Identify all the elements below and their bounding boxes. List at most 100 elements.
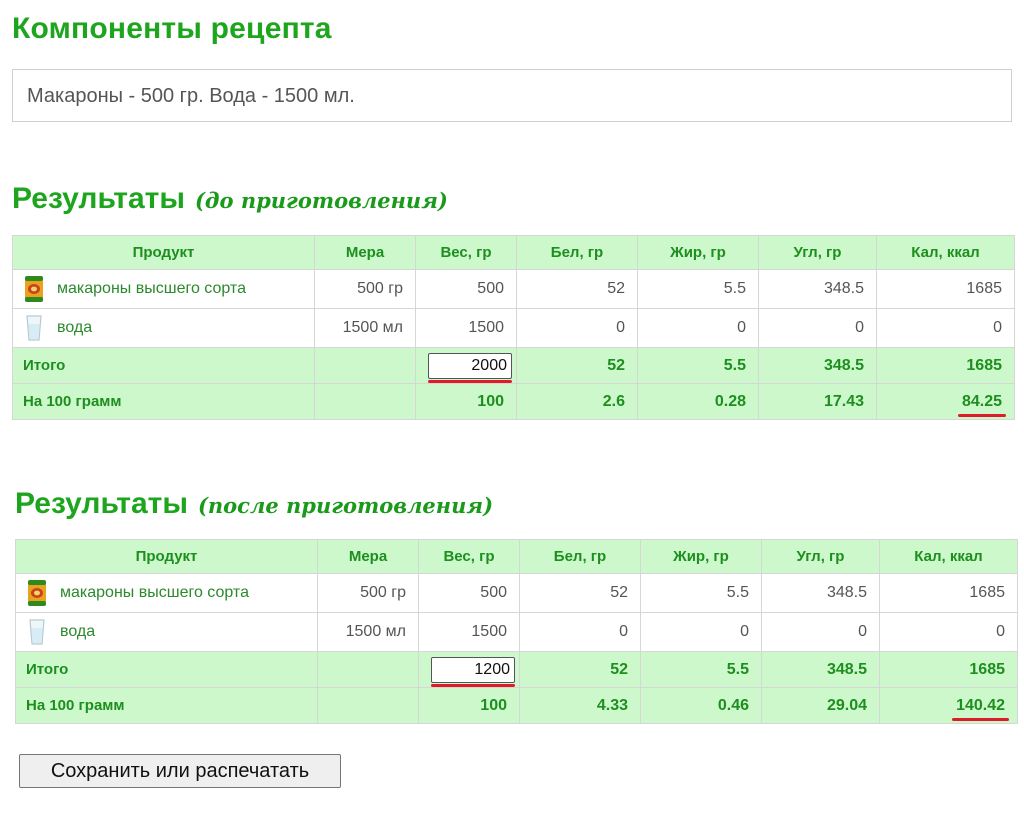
results-after-table: Продукт Мера Вес, гр Бел, гр Жир, гр Угл…	[15, 539, 1018, 724]
empty-cell	[317, 651, 419, 688]
col-header-kcal: Кал, ккал	[879, 539, 1018, 574]
col-header-weight: Вес, гр	[415, 235, 517, 270]
results-before-table: Продукт Мера Вес, гр Бел, гр Жир, гр Угл…	[12, 235, 1015, 420]
product-link[interactable]: макароны высшего сорта	[57, 280, 246, 297]
total-weight-cell	[415, 347, 517, 384]
total-fat: 5.5	[637, 347, 759, 384]
pasta-pack-icon	[25, 276, 43, 302]
col-header-kcal: Кал, ккал	[876, 235, 1015, 270]
product-cell: вода	[15, 612, 318, 652]
table-row: макароны высшего сорта 500 гр 500 52 5.5…	[12, 269, 1015, 309]
per100-label: На 100 грамм	[15, 687, 318, 724]
col-header-product: Продукт	[12, 235, 315, 270]
total-weight-highlight	[431, 656, 515, 687]
total-weight-input[interactable]	[431, 656, 515, 683]
col-header-protein: Бел, гр	[516, 235, 638, 270]
pasta-pack-icon	[28, 580, 46, 606]
water-glass-icon	[26, 315, 42, 341]
carbs-cell: 348.5	[758, 269, 877, 309]
total-weight-cell	[418, 651, 520, 688]
per100-kcal: 140.42	[952, 696, 1009, 721]
total-carbs: 348.5	[758, 347, 877, 384]
total-label: Итого	[12, 347, 315, 384]
table-row: вода 1500 мл 1500 0 0 0 0	[12, 308, 1015, 348]
table-header-row: Продукт Мера Вес, гр Бел, гр Жир, гр Угл…	[12, 235, 1015, 270]
per100-carbs: 17.43	[758, 383, 877, 420]
total-row: Итого 52 5.5 348.5 1685	[15, 651, 1018, 688]
save-or-print-button[interactable]: Сохранить или распечатать	[19, 754, 341, 788]
per100-row: На 100 грамм 100 2.6 0.28 17.43 84.25	[12, 383, 1015, 420]
carbs-cell: 0	[761, 612, 880, 652]
kcal-cell: 0	[876, 308, 1015, 348]
table-row: макароны высшего сорта 500 гр 500 52 5.5…	[15, 573, 1018, 613]
results-before-note: (до приготовления)	[194, 188, 448, 213]
empty-cell	[314, 383, 416, 420]
total-protein: 52	[516, 347, 638, 384]
per100-fat: 0.28	[637, 383, 759, 420]
product-cell: вода	[12, 308, 315, 348]
kcal-cell: 1685	[879, 573, 1018, 613]
total-kcal: 1685	[879, 651, 1018, 688]
product-link[interactable]: вода	[60, 623, 95, 640]
per100-carbs: 29.04	[761, 687, 880, 724]
per100-weight: 100	[415, 383, 517, 420]
fat-cell: 0	[640, 612, 762, 652]
col-header-measure: Мера	[317, 539, 419, 574]
protein-cell: 0	[519, 612, 641, 652]
col-header-carbs: Угл, гр	[758, 235, 877, 270]
weight-cell: 500	[418, 573, 520, 613]
total-row: Итого 52 5.5 348.5 1685	[12, 347, 1015, 384]
protein-cell: 52	[516, 269, 638, 309]
product-cell: макароны высшего сорта	[12, 269, 315, 309]
recipe-components-input[interactable]: Макароны - 500 гр. Вода - 1500 мл.	[12, 69, 1012, 122]
col-header-fat: Жир, гр	[640, 539, 762, 574]
col-header-carbs: Угл, гр	[761, 539, 880, 574]
weight-cell: 1500	[418, 612, 520, 652]
empty-cell	[314, 347, 416, 384]
per100-label: На 100 грамм	[12, 383, 315, 420]
per100-kcal: 84.25	[957, 392, 1007, 417]
total-carbs: 348.5	[761, 651, 880, 688]
per100-fat: 0.46	[640, 687, 762, 724]
total-protein: 52	[519, 651, 641, 688]
product-link[interactable]: макароны высшего сорта	[60, 584, 249, 601]
weight-cell: 500	[415, 269, 517, 309]
col-header-fat: Жир, гр	[637, 235, 759, 270]
total-weight-input[interactable]	[428, 352, 512, 379]
results-title-text: Результаты	[15, 487, 188, 520]
page-title: Компоненты рецепта	[12, 12, 332, 45]
col-header-protein: Бел, гр	[519, 539, 641, 574]
measure-cell: 500 гр	[314, 269, 416, 309]
total-kcal: 1685	[876, 347, 1015, 384]
carbs-cell: 0	[758, 308, 877, 348]
kcal-cell: 1685	[876, 269, 1015, 309]
water-glass-icon	[29, 619, 45, 645]
fat-cell: 5.5	[640, 573, 762, 613]
product-link[interactable]: вода	[57, 319, 92, 336]
per100-kcal-cell: 140.42	[879, 687, 1018, 724]
protein-cell: 52	[519, 573, 641, 613]
fat-cell: 5.5	[637, 269, 759, 309]
col-header-measure: Мера	[314, 235, 416, 270]
empty-cell	[317, 687, 419, 724]
results-before-title: Результаты (до приготовления)	[12, 182, 448, 216]
per100-weight: 100	[418, 687, 520, 724]
per100-protein: 2.6	[516, 383, 638, 420]
total-weight-highlight	[428, 352, 512, 383]
measure-cell: 500 гр	[317, 573, 419, 613]
kcal-cell: 0	[879, 612, 1018, 652]
total-label: Итого	[15, 651, 318, 688]
total-fat: 5.5	[640, 651, 762, 688]
per100-row: На 100 грамм 100 4.33 0.46 29.04 140.42	[15, 687, 1018, 724]
results-after-title: Результаты (после приготовления)	[15, 487, 493, 521]
protein-cell: 0	[516, 308, 638, 348]
measure-cell: 1500 мл	[314, 308, 416, 348]
measure-cell: 1500 мл	[317, 612, 419, 652]
carbs-cell: 348.5	[761, 573, 880, 613]
table-row: вода 1500 мл 1500 0 0 0 0	[15, 612, 1018, 652]
per100-kcal-cell: 84.25	[876, 383, 1015, 420]
col-header-product: Продукт	[15, 539, 318, 574]
results-after-note: (после приготовления)	[197, 493, 494, 518]
weight-cell: 1500	[415, 308, 517, 348]
results-title-text: Результаты	[12, 182, 185, 215]
